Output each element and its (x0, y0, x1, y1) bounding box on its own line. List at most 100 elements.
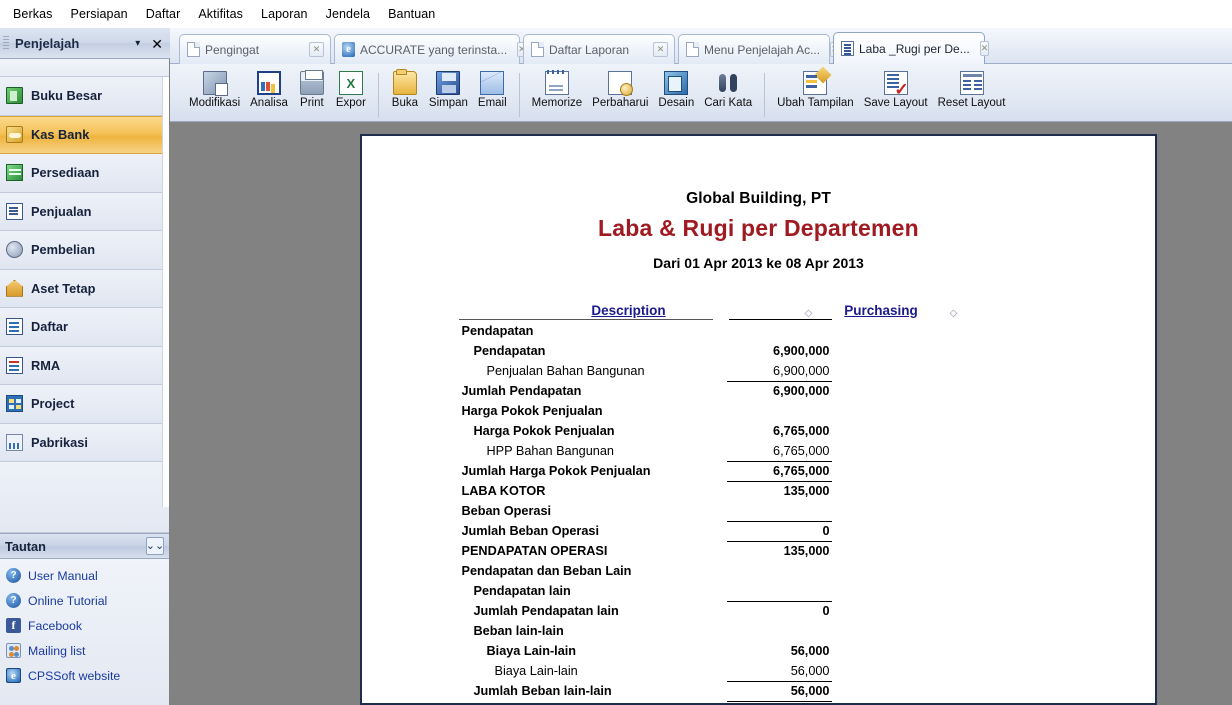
table-body: Pendapatan Pendapatan 6,900,000 Penjualan B… (459, 321, 1059, 705)
row-description: Beban Operasi (461, 504, 552, 518)
sidebar-item-rma[interactable]: RMA (0, 346, 169, 385)
tab-1[interactable]: Pengingat ✕ (179, 34, 331, 64)
tab-close-icon[interactable]: ✕ (309, 42, 324, 57)
table-row: Pendapatan lain (459, 581, 1059, 601)
row-description: Jumlah Beban lain-lain (473, 684, 612, 698)
toolbar-button-cari-kata[interactable]: Cari Kata (699, 69, 757, 109)
row-description: LABA KOTOR (461, 484, 546, 498)
sidebar-link-facebook[interactable]: Facebook (0, 613, 169, 638)
sidebar-link-user-manual[interactable]: User Manual (0, 563, 169, 588)
sidebar-link-label: CPSSoft website (28, 668, 121, 683)
menu-item-berkas[interactable]: Berkas (4, 4, 62, 24)
sidebar-section-tautan[interactable]: Tautan ⌄⌄ (0, 533, 169, 559)
menu-item-persiapan[interactable]: Persiapan (62, 4, 137, 24)
project-icon (6, 395, 23, 413)
toolbar-button-modifikasi[interactable]: Modifikasi (184, 69, 245, 109)
menu-item-bantuan[interactable]: Bantuan (379, 4, 444, 24)
sort-diamond-icon-purchasing[interactable]: ◇ (944, 308, 964, 319)
toolbar-button-label: Modifikasi (189, 97, 241, 109)
close-icon[interactable]: ✕ (151, 37, 163, 51)
toolbar-button-perbaharui[interactable]: Perbaharui (587, 69, 653, 109)
row-value-purchasing: 56,000 (790, 664, 830, 678)
table-header-row: Description ◇ Purchasing ◇ (459, 297, 1059, 319)
sidebar-item-daftar[interactable]: Daftar (0, 308, 169, 347)
sidebar-scrollbar[interactable] (162, 77, 169, 507)
report-icon (841, 41, 854, 56)
menu-bar: Berkas Persiapan Daftar Aktifitas Laporan Jen… (0, 0, 1232, 28)
sidebar-link-online-tutorial[interactable]: Online Tutorial (0, 588, 169, 613)
toolbar-button-label: Cari Kata (704, 97, 753, 109)
toolbar-button-email[interactable]: Email (473, 69, 512, 109)
export-excel-icon (338, 71, 363, 95)
table-row: Jumlah Pendapatan lain 0 (459, 601, 1059, 621)
sidebar-item-label: Buku Besar (31, 88, 103, 104)
menu-item-laporan[interactable]: Laporan (252, 4, 317, 24)
toolbar-button-simpan[interactable]: Simpan (424, 69, 473, 109)
toolbar-button-ubah-tampilan[interactable]: Ubah Tampilan (772, 69, 859, 109)
toolbar-button-label: Perbaharui (592, 97, 649, 109)
tab-2[interactable]: ACCURATE yang terinsta...✕ (334, 34, 527, 64)
rma-icon (6, 356, 23, 374)
report-title: Laba & Rugi per Departemen (598, 215, 919, 241)
sidebar-title-bar: Penjelajah ▾ ✕ (0, 28, 170, 59)
save-disk-icon (436, 71, 461, 95)
sidebar-item-buku-besar[interactable]: Buku Besar (0, 77, 169, 116)
sidebar-link-mailing-list[interactable]: Mailing list (0, 638, 169, 663)
fixed-asset-icon (6, 279, 23, 297)
row-value-purchasing: 0 (822, 524, 830, 538)
print-icon (299, 70, 324, 95)
toolbar-button-memorize[interactable]: Memorize (527, 69, 587, 109)
report-toolbar: Modifikasi Analisa Print Expor Buka Simpan Ema… (170, 64, 1232, 122)
table-row: LABA KOTOR 135,000 (459, 481, 1059, 501)
sidebar-item-penjualan[interactable]: Penjualan (0, 192, 169, 231)
email-icon (480, 71, 505, 95)
tab-4[interactable]: Menu Penjelajah Ac...✕ (678, 34, 840, 64)
chevron-double-down-icon[interactable]: ⌄⌄ (146, 537, 164, 555)
sidebar-link-cpssoft-website[interactable]: CPSSoft website (0, 663, 169, 688)
toolbar-button-print[interactable]: Print (293, 69, 331, 109)
sidebar-item-label: Project (31, 396, 75, 412)
table-row: Jumlah Harga Pokok Penjualan 6,765,000 (459, 461, 1059, 481)
sidebar-item-label: Persediaan (31, 165, 100, 181)
tab-close-icon[interactable]: ✕ (979, 41, 990, 56)
toolbar-button-reset-layout[interactable]: Reset Layout (933, 69, 1011, 109)
sidebar-item-label: RMA (31, 357, 61, 373)
sidebar-item-pembelian[interactable]: Pembelian (0, 231, 169, 270)
accurate-accounting-window: Berkas Persiapan Daftar Aktifitas Laporan Jen… (0, 0, 1232, 705)
report-table: Description ◇ Purchasing ◇ Pendapatan Pen… (458, 297, 1059, 705)
menu-item-daftar[interactable]: Daftar (137, 4, 190, 24)
toolbar-button-save-layout[interactable]: Save Layout (859, 69, 933, 109)
drag-grip-icon[interactable] (3, 36, 9, 50)
sidebar-item-aset-tetap[interactable]: Aset Tetap (0, 269, 169, 308)
save-layout-icon (883, 71, 909, 98)
list-icon (6, 318, 23, 336)
memorize-icon (544, 70, 569, 95)
tab-5[interactable]: Laba _Rugi per De... ✕ (833, 32, 990, 64)
toolbar-button-label: Buka (391, 97, 419, 109)
sidebar-item-pabrikasi[interactable]: Pabrikasi (0, 423, 169, 462)
column-header-description[interactable]: Description (459, 303, 799, 319)
table-row: Beban Operasi (459, 501, 1059, 521)
menu-item-jendela[interactable]: Jendela (317, 4, 380, 24)
chevron-down-icon[interactable]: ▾ (135, 38, 140, 49)
sidebar-top-spacer (0, 59, 169, 77)
report-page: Global Building, PT Laba & Rugi per Depa… (360, 134, 1157, 705)
tab-3[interactable]: Daftar Laporan ✕ (523, 34, 675, 64)
toolbar-button-buka[interactable]: Buka (386, 69, 424, 109)
toolbar-button-label: Analisa (250, 97, 288, 109)
change-view-icon (803, 71, 828, 95)
toolbar-button-analisa[interactable]: Analisa (245, 69, 293, 109)
toolbar-button-desain[interactable]: Desain (653, 69, 699, 109)
sort-diamond-icon-description[interactable]: ◇ (799, 308, 819, 319)
row-description: Beban lain-lain (473, 624, 564, 638)
row-value-purchasing: 135,000 (783, 544, 830, 558)
toolbar-button-expor[interactable]: Expor (331, 69, 371, 109)
tab-close-icon[interactable]: ✕ (653, 42, 668, 57)
column-header-purchasing[interactable]: Purchasing (819, 303, 944, 319)
sidebar-item-kas-bank[interactable]: Kas Bank (0, 115, 169, 154)
menu-item-aktifitas[interactable]: Aktifitas (189, 4, 252, 24)
sidebar-item-persediaan[interactable]: Persediaan (0, 154, 169, 193)
table-row: Pendapatan dan Beban Lain (459, 561, 1059, 581)
row-value-purchasing: 0 (822, 604, 830, 618)
sidebar-item-project[interactable]: Project (0, 385, 169, 424)
